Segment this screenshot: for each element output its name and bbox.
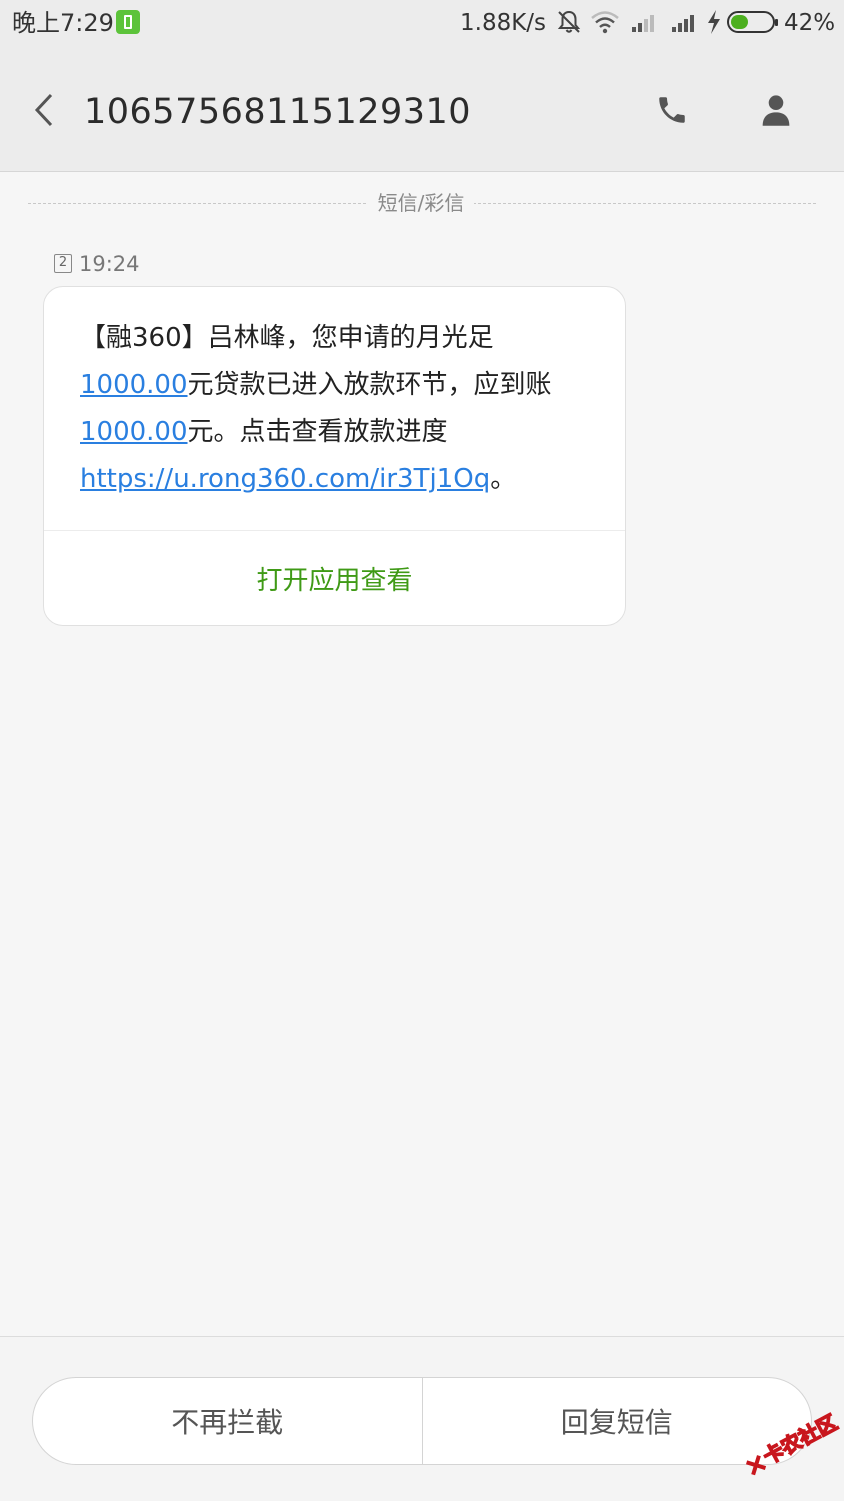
conversation-header: 10657568115129310 (0, 48, 844, 172)
status-time: 晚上7:29 (12, 9, 114, 37)
url-link[interactable]: https://u.rong360.com/ir3Tj1Oq (80, 464, 490, 494)
battery-icon (727, 11, 778, 33)
charging-bolt-icon (706, 9, 722, 39)
sim-slot-icon: 2 (54, 254, 72, 273)
battery-fill (731, 15, 748, 29)
message-text-part: 元贷款已进入放款环节，应到账 (187, 370, 552, 400)
signal-sim1-icon (630, 10, 660, 38)
message-text-part: 。 (490, 464, 517, 494)
amount-link[interactable]: 1000.00 (80, 370, 188, 400)
contact-info-button[interactable] (752, 86, 800, 134)
open-app-button[interactable]: 打开应用查看 (44, 531, 625, 625)
message-text: 【融360】吕林峰，您申请的月光足 1000.00元贷款已进入放款环节，应到账10… (80, 315, 600, 503)
message-time: 19:24 (79, 252, 140, 276)
battery-percent: 42% (784, 10, 836, 36)
phone-icon (659, 97, 685, 123)
back-arrow-icon (34, 93, 53, 127)
unblock-button[interactable]: 不再拦截 (33, 1378, 422, 1464)
message-text-part: 元。点击查看放款进度 (187, 417, 448, 447)
bottom-action-bar: 不再拦截 回复短信 (0, 1336, 844, 1501)
message-type-divider: 短信/彩信 (28, 188, 816, 218)
mute-bell-icon (556, 9, 582, 39)
message-text-part: 【融360】吕林峰，您申请的月光足 (80, 323, 494, 353)
app-notification-icon (116, 10, 140, 34)
person-icon (762, 95, 790, 126)
contact-number: 10657568115129310 (84, 92, 472, 132)
amount-link[interactable]: 1000.00 (80, 417, 188, 447)
bottom-button-group: 不再拦截 回复短信 (32, 1377, 812, 1465)
divider-label: 短信/彩信 (368, 188, 474, 218)
status-bar: 晚上7:29 1.88K/s 42% (0, 0, 844, 48)
message-bubble[interactable]: 【融360】吕林峰，您申请的月光足 1000.00元贷款已进入放款环节，应到账10… (43, 286, 626, 626)
back-button[interactable] (22, 84, 66, 136)
wifi-icon (590, 10, 620, 38)
call-button[interactable] (648, 86, 696, 134)
signal-sim2-icon (670, 10, 700, 38)
network-speed: 1.88K/s (460, 10, 547, 36)
